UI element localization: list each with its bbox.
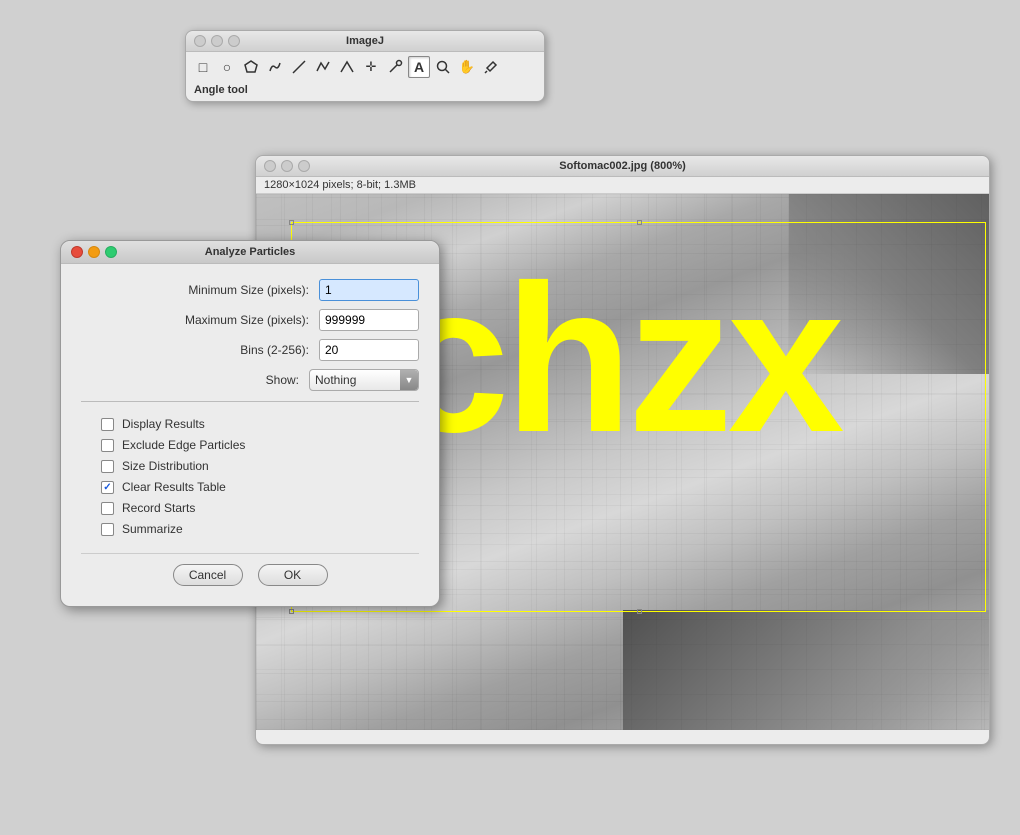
- minimize-button[interactable]: [211, 35, 223, 47]
- dialog-buttons: Cancel OK: [81, 553, 419, 591]
- image-titlebar: Softomac002.jpg (800%): [256, 156, 989, 177]
- record-starts-label: Record Starts: [122, 501, 195, 515]
- checkbox-section: Display Results Exclude Edge Particles S…: [81, 412, 419, 548]
- angle-tool-icon[interactable]: [336, 56, 358, 78]
- summarize-checkbox[interactable]: [101, 523, 114, 536]
- show-dropdown[interactable]: Nothing ▼: [309, 369, 419, 391]
- analyze-maximize-button[interactable]: [105, 246, 117, 258]
- imagej-titlebar-buttons: [194, 35, 240, 47]
- image-titlebar-buttons: [264, 160, 310, 172]
- min-size-input[interactable]: [319, 279, 419, 301]
- eyedropper-tool-icon[interactable]: [480, 56, 502, 78]
- bins-row: Bins (2-256):: [81, 339, 419, 361]
- display-results-checkbox[interactable]: [101, 418, 114, 431]
- show-select-value: Nothing: [315, 373, 356, 387]
- rectangle-tool-icon[interactable]: □: [192, 56, 214, 78]
- imagej-toolbar-window: ImageJ □ ○ ✛: [185, 30, 545, 102]
- handle-tl: [289, 220, 294, 225]
- size-distribution-checkbox[interactable]: [101, 460, 114, 473]
- oval-tool-icon[interactable]: ○: [216, 56, 238, 78]
- handle-tm: [637, 220, 642, 225]
- line-tool-icon[interactable]: [288, 56, 310, 78]
- bins-input[interactable]: [319, 339, 419, 361]
- exclude-edge-checkbox[interactable]: [101, 439, 114, 452]
- hand-tool-icon[interactable]: ✋: [456, 56, 478, 78]
- image-maximize-button[interactable]: [298, 160, 310, 172]
- imagej-titlebar: ImageJ: [186, 31, 544, 52]
- bins-label: Bins (2-256):: [81, 343, 319, 357]
- clear-results-label: Clear Results Table: [122, 480, 226, 494]
- max-size-row: Maximum Size (pixels):: [81, 309, 419, 331]
- show-label: Show:: [81, 373, 309, 387]
- wand-tool-icon[interactable]: [384, 56, 406, 78]
- tool-palette: □ ○ ✛: [186, 52, 544, 82]
- handle-bl: [289, 609, 294, 614]
- clear-results-row: Clear Results Table: [81, 480, 419, 494]
- polyline-tool-icon[interactable]: [312, 56, 334, 78]
- analyze-titlebar-buttons: [71, 246, 117, 258]
- min-size-row: Minimum Size (pixels):: [81, 279, 419, 301]
- size-distribution-row: Size Distribution: [81, 459, 419, 473]
- summarize-row: Summarize: [81, 522, 419, 536]
- summarize-label: Summarize: [122, 522, 183, 536]
- close-button[interactable]: [194, 35, 206, 47]
- image-title: Softomac002.jpg (800%): [559, 160, 686, 172]
- divider-1: [81, 401, 419, 402]
- crosshair-tool-icon[interactable]: ✛: [360, 56, 382, 78]
- analyze-dialog-title: Analyze Particles: [205, 246, 296, 258]
- analyze-minimize-button[interactable]: [88, 246, 100, 258]
- show-dropdown-arrow: ▼: [400, 370, 418, 390]
- analyze-close-button[interactable]: [71, 246, 83, 258]
- cancel-button[interactable]: Cancel: [173, 564, 243, 586]
- record-starts-checkbox[interactable]: [101, 502, 114, 515]
- ok-button[interactable]: OK: [258, 564, 328, 586]
- analyze-particles-dialog: Analyze Particles Minimum Size (pixels):…: [60, 240, 440, 607]
- analyze-dialog-body: Minimum Size (pixels): Maximum Size (pix…: [61, 264, 439, 606]
- image-close-button[interactable]: [264, 160, 276, 172]
- record-starts-row: Record Starts: [81, 501, 419, 515]
- size-distribution-label: Size Distribution: [122, 459, 209, 473]
- analyze-titlebar: Analyze Particles: [61, 241, 439, 264]
- text-tool-icon[interactable]: A: [408, 56, 430, 78]
- maximize-button[interactable]: [228, 35, 240, 47]
- exclude-edge-row: Exclude Edge Particles: [81, 438, 419, 452]
- display-results-row: Display Results: [81, 417, 419, 431]
- clear-results-checkbox[interactable]: [101, 481, 114, 494]
- handle-bm: [637, 609, 642, 614]
- max-size-label: Maximum Size (pixels):: [81, 313, 319, 327]
- image-minimize-button[interactable]: [281, 160, 293, 172]
- freehand-tool-icon[interactable]: [264, 56, 286, 78]
- polygon-tool-icon[interactable]: [240, 56, 262, 78]
- toolbar-status: Angle tool: [186, 82, 544, 101]
- show-row: Show: Nothing ▼: [81, 369, 419, 391]
- exclude-edge-label: Exclude Edge Particles: [122, 438, 245, 452]
- zoom-tool-icon[interactable]: [432, 56, 454, 78]
- display-results-label: Display Results: [122, 417, 205, 431]
- max-size-input[interactable]: [319, 309, 419, 331]
- min-size-label: Minimum Size (pixels):: [81, 283, 319, 297]
- image-info: 1280×1024 pixels; 8-bit; 1.3MB: [256, 177, 989, 194]
- imagej-title: ImageJ: [346, 35, 384, 47]
